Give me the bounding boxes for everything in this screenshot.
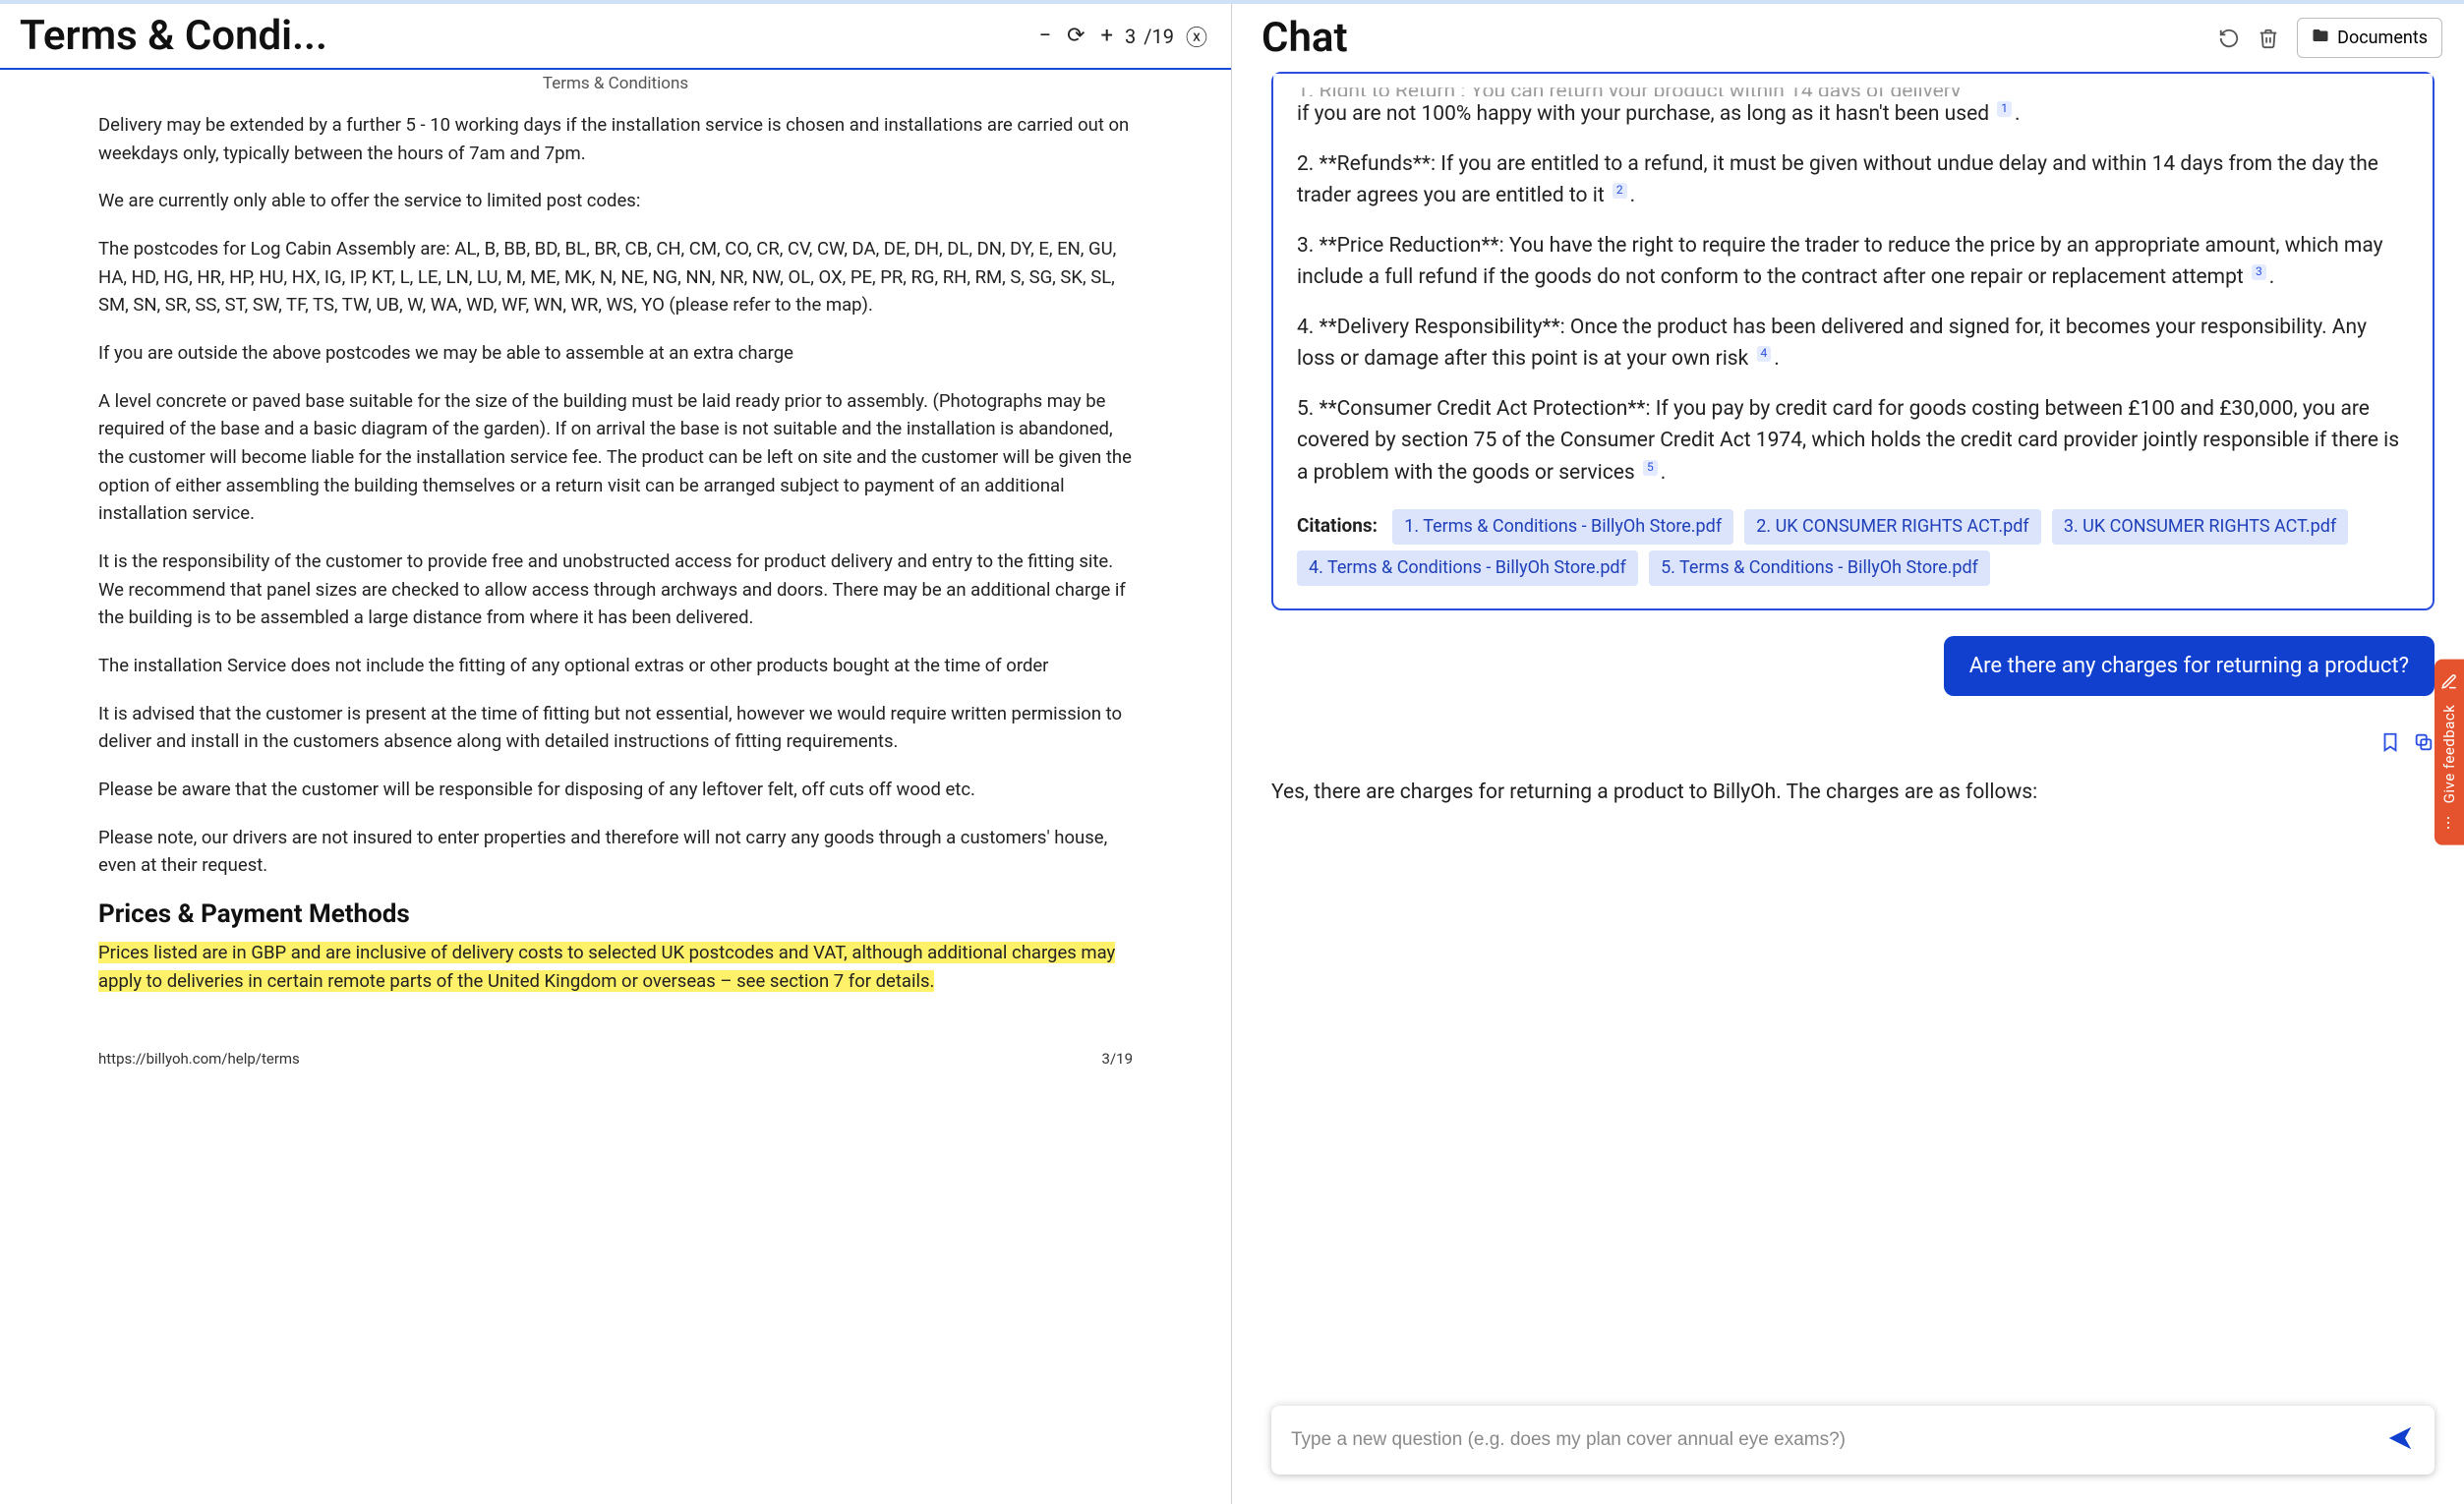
page-total: /19 — [1144, 25, 1174, 48]
answer-tail: . — [1774, 347, 1780, 371]
highlighted-text: Prices listed are in GBP and are inclusi… — [98, 942, 1115, 992]
answer-text: 4. **Delivery Responsibility**: Once the… — [1297, 316, 2367, 372]
answer-text: 3. **Price Reduction**: You have the rig… — [1297, 234, 2383, 290]
doc-paragraph: A level concrete or paved base suitable … — [98, 387, 1133, 528]
citation-chip[interactable]: 3. UK CONSUMER RIGHTS ACT.pdf — [2052, 509, 2348, 545]
chat-input[interactable] — [1291, 1429, 2385, 1451]
document-footer: https://billyoh.com/help/terms 3/19 — [39, 1044, 1192, 1087]
answer-item: 5. **Consumer Credit Act Protection**: I… — [1297, 393, 2409, 490]
answer-item: if you are not 100% happy with your purc… — [1297, 98, 2409, 131]
scrolled-cutoff-line: 1. Right to Return : You can return your… — [1297, 87, 2409, 96]
document-pane: Terms & Condi... − ⟳ + 3 /19 ⓧ Terms & C… — [0, 4, 1232, 1504]
documents-button[interactable]: Documents — [2297, 18, 2442, 58]
answer-text: 5. **Consumer Credit Act Protection**: I… — [1297, 397, 2399, 485]
assistant-open-text: Yes, there are charges for returning a p… — [1271, 777, 2435, 809]
chat-header: Chat Documents — [1232, 4, 2464, 72]
undo-icon[interactable] — [2218, 28, 2240, 49]
close-document-button[interactable]: ⓧ — [1182, 19, 1211, 54]
section-heading-prices: Prices & Payment Methods — [98, 899, 1133, 929]
running-header: Terms & Conditions — [98, 74, 1133, 93]
citation-superscript[interactable]: 5 — [1643, 460, 1658, 476]
doc-paragraph: If you are outside the above postcodes w… — [98, 339, 1133, 368]
doc-paragraph: Delivery may be extended by a further 5 … — [98, 111, 1133, 167]
chat-pane: Chat Documents 1. Right to Return : — [1232, 4, 2464, 1504]
bookmark-icon[interactable] — [2379, 731, 2401, 757]
chat-title: Chat — [1261, 14, 1348, 62]
doc-paragraph: Please note, our drivers are not insured… — [98, 824, 1133, 880]
send-button[interactable] — [2385, 1423, 2415, 1457]
doc-paragraph: It is advised that the customer is prese… — [98, 700, 1133, 756]
doc-paragraph: It is the responsibility of the customer… — [98, 548, 1133, 632]
answer-item: 2. **Refunds**: If you are entitled to a… — [1297, 148, 2409, 212]
document-page-indicator: 3/19 — [1102, 1050, 1133, 1068]
document-title: Terms & Condi... — [20, 12, 327, 60]
feedback-label: Give feedback — [2440, 705, 2458, 804]
citation-superscript[interactable]: 2 — [1613, 183, 1627, 199]
citation-chip[interactable]: 5. Terms & Conditions - BillyOh Store.pd… — [1649, 550, 1990, 586]
assistant-message-open: Yes, there are charges for returning a p… — [1271, 731, 2435, 809]
assistant-message: 1. Right to Return : You can return your… — [1271, 72, 2435, 610]
chat-input-box — [1271, 1406, 2435, 1475]
answer-tail: . — [2269, 265, 2275, 289]
message-tools — [2379, 731, 2435, 757]
document-scroll[interactable]: Terms & Conditions Delivery may be exten… — [0, 70, 1231, 1504]
answer-tail: . — [1661, 461, 1667, 485]
trash-icon[interactable] — [2258, 28, 2279, 49]
main-split: Terms & Condi... − ⟳ + 3 /19 ⓧ Terms & C… — [0, 4, 2464, 1504]
user-message: Are there any charges for returning a pr… — [1944, 636, 2435, 696]
answer-item: 3. **Price Reduction**: You have the rig… — [1297, 230, 2409, 294]
citation-chip[interactable]: 2. UK CONSUMER RIGHTS ACT.pdf — [1744, 509, 2040, 545]
answer-tail: . — [1630, 184, 1636, 207]
document-controls: − ⟳ + 3 /19 ⓧ — [1034, 19, 1211, 54]
citations-label: Citations: — [1297, 514, 1378, 537]
document-header: Terms & Condi... − ⟳ + 3 /19 ⓧ — [0, 4, 1231, 70]
document-page: Terms & Conditions Delivery may be exten… — [39, 70, 1192, 1044]
doc-paragraph: The installation Service does not includ… — [98, 652, 1133, 680]
chat-input-bar — [1232, 1406, 2464, 1504]
documents-button-label: Documents — [2337, 28, 2428, 48]
citation-superscript[interactable]: 3 — [2252, 264, 2266, 280]
doc-paragraph: The postcodes for Log Cabin Assembly are… — [98, 235, 1133, 319]
more-icon: ⋮ — [2441, 813, 2458, 831]
folder-icon — [2312, 27, 2329, 49]
answer-text: 2. **Refunds**: If you are entitled to a… — [1297, 152, 2378, 208]
edit-icon — [2440, 673, 2458, 695]
doc-paragraph-highlighted: Prices listed are in GBP and are inclusi… — [98, 939, 1133, 995]
user-message-text: Are there any charges for returning a pr… — [1969, 654, 2409, 678]
document-source-url: https://billyoh.com/help/terms — [98, 1050, 300, 1068]
copy-icon[interactable] — [2413, 731, 2435, 757]
zoom-out-button[interactable]: − — [1034, 22, 1055, 50]
answer-item: 4. **Delivery Responsibility**: Once the… — [1297, 312, 2409, 376]
doc-paragraph: Please be aware that the customer will b… — [98, 776, 1133, 804]
answer-text: if you are not 100% happy with your purc… — [1297, 102, 1994, 126]
zoom-in-button[interactable]: + — [1097, 22, 1117, 50]
citations-row: Citations: 1. Terms & Conditions - Billy… — [1297, 506, 2409, 589]
feedback-tab[interactable]: Give feedback ⋮ — [2435, 660, 2464, 845]
chat-scroll[interactable]: 1. Right to Return : You can return your… — [1232, 72, 2464, 1406]
page-current: 3 — [1125, 25, 1136, 48]
citation-chip[interactable]: 1. Terms & Conditions - BillyOh Store.pd… — [1392, 509, 1733, 545]
answer-tail: . — [2015, 102, 2021, 126]
doc-paragraph: We are currently only able to offer the … — [98, 187, 1133, 215]
zoom-reset-button[interactable]: ⟳ — [1063, 22, 1088, 50]
chat-header-actions: Documents — [2218, 18, 2442, 58]
citation-superscript[interactable]: 1 — [1997, 101, 2012, 117]
citation-chip[interactable]: 4. Terms & Conditions - BillyOh Store.pd… — [1297, 550, 1638, 586]
citation-superscript[interactable]: 4 — [1757, 346, 1772, 362]
